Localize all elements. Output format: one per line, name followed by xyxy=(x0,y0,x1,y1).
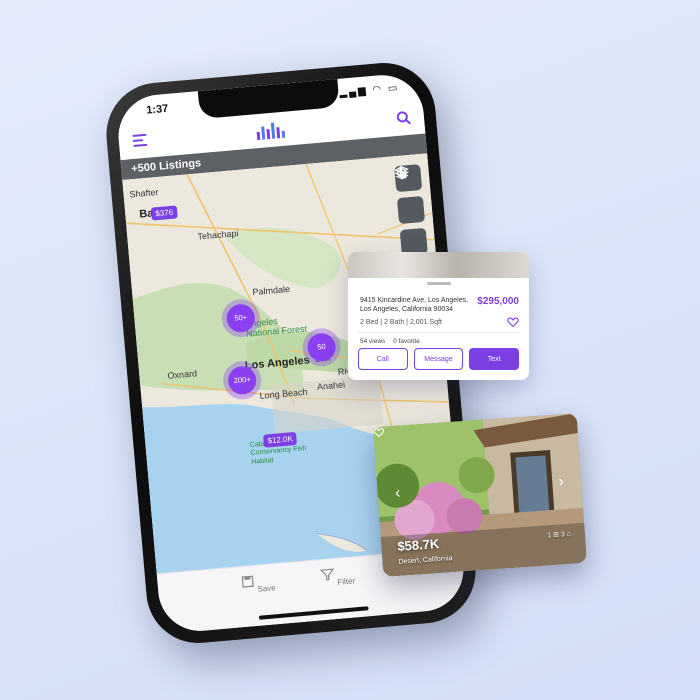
locate-button[interactable] xyxy=(394,165,426,225)
card-drag-handle[interactable] xyxy=(426,282,451,285)
search-icon[interactable] xyxy=(395,110,412,127)
filter-label: Filter xyxy=(336,576,356,587)
listing-detail-card[interactable]: 9415 Kincardine Ave, Los Angeles, Los An… xyxy=(348,252,529,380)
filter-tab[interactable]: Filter xyxy=(307,564,369,589)
logo-icon[interactable] xyxy=(254,119,290,142)
save-label: Save xyxy=(257,583,277,594)
call-button[interactable]: Call xyxy=(358,348,408,370)
heart-icon[interactable] xyxy=(373,427,385,439)
favorites-count: 0 favorite xyxy=(393,338,420,345)
save-icon xyxy=(241,575,254,588)
arrow-left-icon[interactable]: ‹ xyxy=(389,485,406,502)
listing-price: $295,000 xyxy=(477,296,519,307)
card-divider xyxy=(358,332,519,333)
save-tab[interactable]: Save xyxy=(227,571,289,596)
heart-icon[interactable] xyxy=(507,316,519,328)
text-button[interactable]: Text xyxy=(469,348,520,370)
filter-icon xyxy=(319,568,335,581)
listing-specs: 2 Bed | 2 Bath | 2,001 Sqft xyxy=(360,319,442,326)
photo-price: $58.7K xyxy=(396,535,440,554)
map-price-tag[interactable]: $376 xyxy=(150,205,178,221)
photo-stats: 1 ⊞ 3 ⌂ xyxy=(547,530,572,540)
status-time: 1:37 xyxy=(145,102,169,117)
listing-photo-strip xyxy=(348,252,529,278)
arrow-right-icon[interactable]: › xyxy=(553,473,570,491)
status-icons: ▂▄▆ ◠ ▭ xyxy=(338,82,400,99)
card-actions: Call Message Text xyxy=(358,348,520,370)
draw-icon xyxy=(396,167,407,179)
listing-stats: 54 views 0 favorite xyxy=(360,338,426,345)
views-count: 54 views xyxy=(360,338,386,345)
message-button[interactable]: Message xyxy=(413,348,464,370)
listing-photo-card[interactable]: ‹ › 1 ⊞ 3 ⌂ $58.7K Desert, California xyxy=(373,413,587,577)
menu-icon[interactable] xyxy=(132,133,148,149)
listing-address: 9415 Kincardine Ave, Los Angeles, Los An… xyxy=(360,297,469,314)
